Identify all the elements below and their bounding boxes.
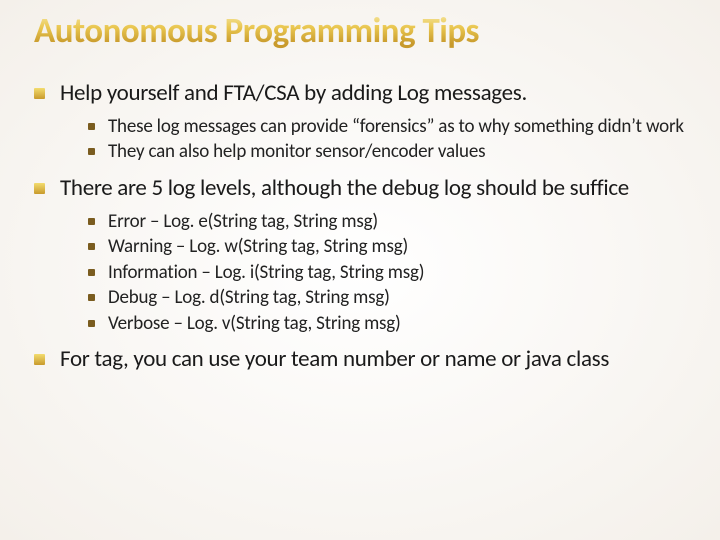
- bullet-item: For tag, you can use your team number or…: [34, 345, 686, 373]
- bullet-item: There are 5 log levels, although the deb…: [34, 174, 686, 336]
- sub-bullet-text: Information – Log. i(String tag, String …: [108, 261, 424, 284]
- sub-bullet-item: Error – Log. e(String tag, String msg): [88, 210, 686, 234]
- sub-bullet-text: They can also help monitor sensor/encode…: [108, 140, 485, 163]
- bullet-list-level-2: Error – Log. e(String tag, String msg) W…: [60, 210, 686, 336]
- sub-bullet-item: Verbose – Log. v(String tag, String msg): [88, 312, 686, 336]
- bullet-item: Help yourself and FTA/CSA by adding Log …: [34, 79, 686, 164]
- bullet-list-level-1: Help yourself and FTA/CSA by adding Log …: [34, 79, 686, 374]
- sub-bullet-text: Warning – Log. w(String tag, String msg): [108, 235, 408, 258]
- bullet-text: Help yourself and FTA/CSA by adding Log …: [60, 79, 527, 107]
- sub-bullet-item: Debug – Log. d(String tag, String msg): [88, 286, 686, 310]
- slide: Autonomous Programming Tips Help yoursel…: [0, 0, 720, 540]
- sub-bullet-item: Warning – Log. w(String tag, String msg): [88, 235, 686, 259]
- sub-bullet-item: Information – Log. i(String tag, String …: [88, 261, 686, 285]
- sub-bullet-item: They can also help monitor sensor/encode…: [88, 140, 686, 164]
- sub-bullet-text: Debug – Log. d(String tag, String msg): [108, 286, 390, 309]
- sub-bullet-text: Verbose – Log. v(String tag, String msg): [108, 312, 401, 335]
- bullet-text: There are 5 log levels, although the deb…: [60, 174, 629, 202]
- sub-bullet-text: Error – Log. e(String tag, String msg): [108, 210, 378, 233]
- sub-bullet-item: These log messages can provide “forensic…: [88, 115, 686, 139]
- sub-bullet-text: These log messages can provide “forensic…: [108, 115, 684, 138]
- bullet-text: For tag, you can use your team number or…: [60, 345, 609, 373]
- slide-title: Autonomous Programming Tips: [34, 12, 686, 51]
- bullet-list-level-2: These log messages can provide “forensic…: [60, 115, 686, 164]
